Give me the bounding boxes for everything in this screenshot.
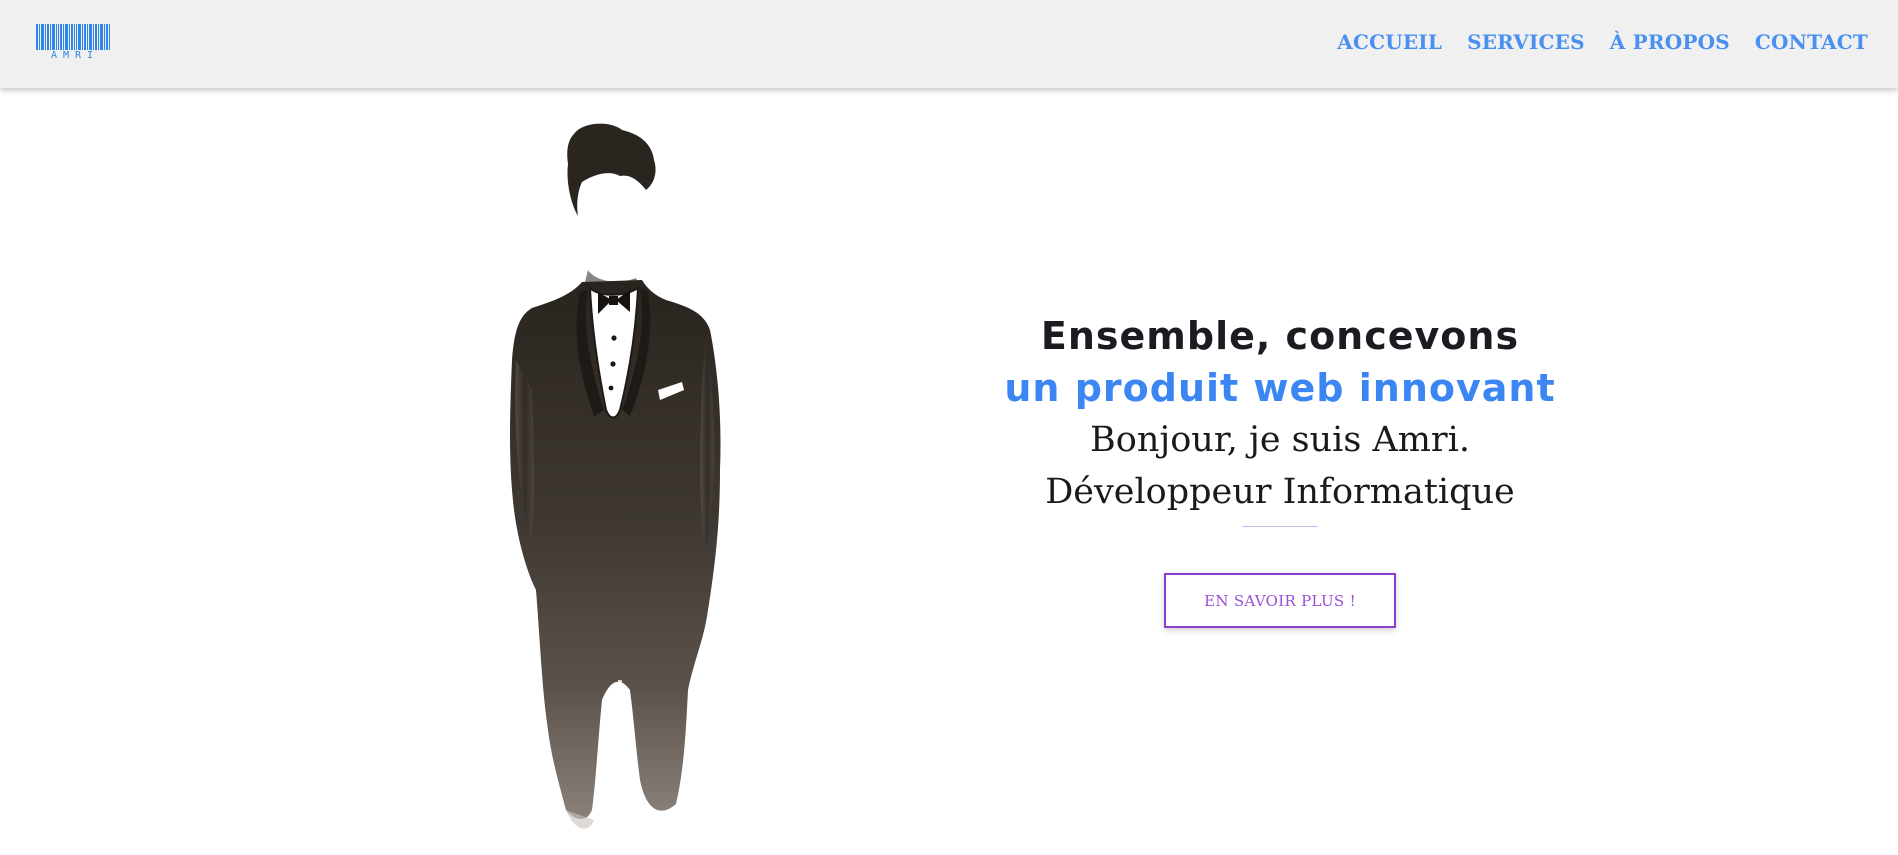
main-nav: ACCUEIL SERVICES À PROPOS CONTACT (1337, 30, 1868, 54)
nav-services[interactable]: SERVICES (1467, 30, 1585, 54)
hero-intro: Bonjour, je suis Amri. (1090, 420, 1470, 460)
nav-accueil[interactable]: ACCUEIL (1337, 30, 1442, 54)
hero-headline-line1: Ensemble, concevons (1040, 314, 1520, 358)
logo[interactable]: AMRI (36, 24, 110, 64)
nav-contact[interactable]: CONTACT (1755, 30, 1868, 54)
man-in-tuxedo-icon (510, 123, 721, 829)
hero-role: Développeur Informatique (1045, 472, 1515, 512)
learn-more-button[interactable]: EN SAVOIR PLUS ! (1164, 573, 1396, 628)
hero-illustration (470, 120, 790, 855)
nav-a-propos[interactable]: À PROPOS (1610, 30, 1730, 54)
site-header: AMRI ACCUEIL SERVICES À PROPOS CONTACT (0, 0, 1898, 88)
hero-divider (1242, 526, 1318, 527)
hero-headline-line2: un produit web innovant (1004, 366, 1556, 410)
logo-text: AMRI (50, 50, 100, 61)
hero-section: Ensemble, concevons un produit web innov… (880, 310, 1680, 628)
barcode-icon (36, 24, 110, 50)
